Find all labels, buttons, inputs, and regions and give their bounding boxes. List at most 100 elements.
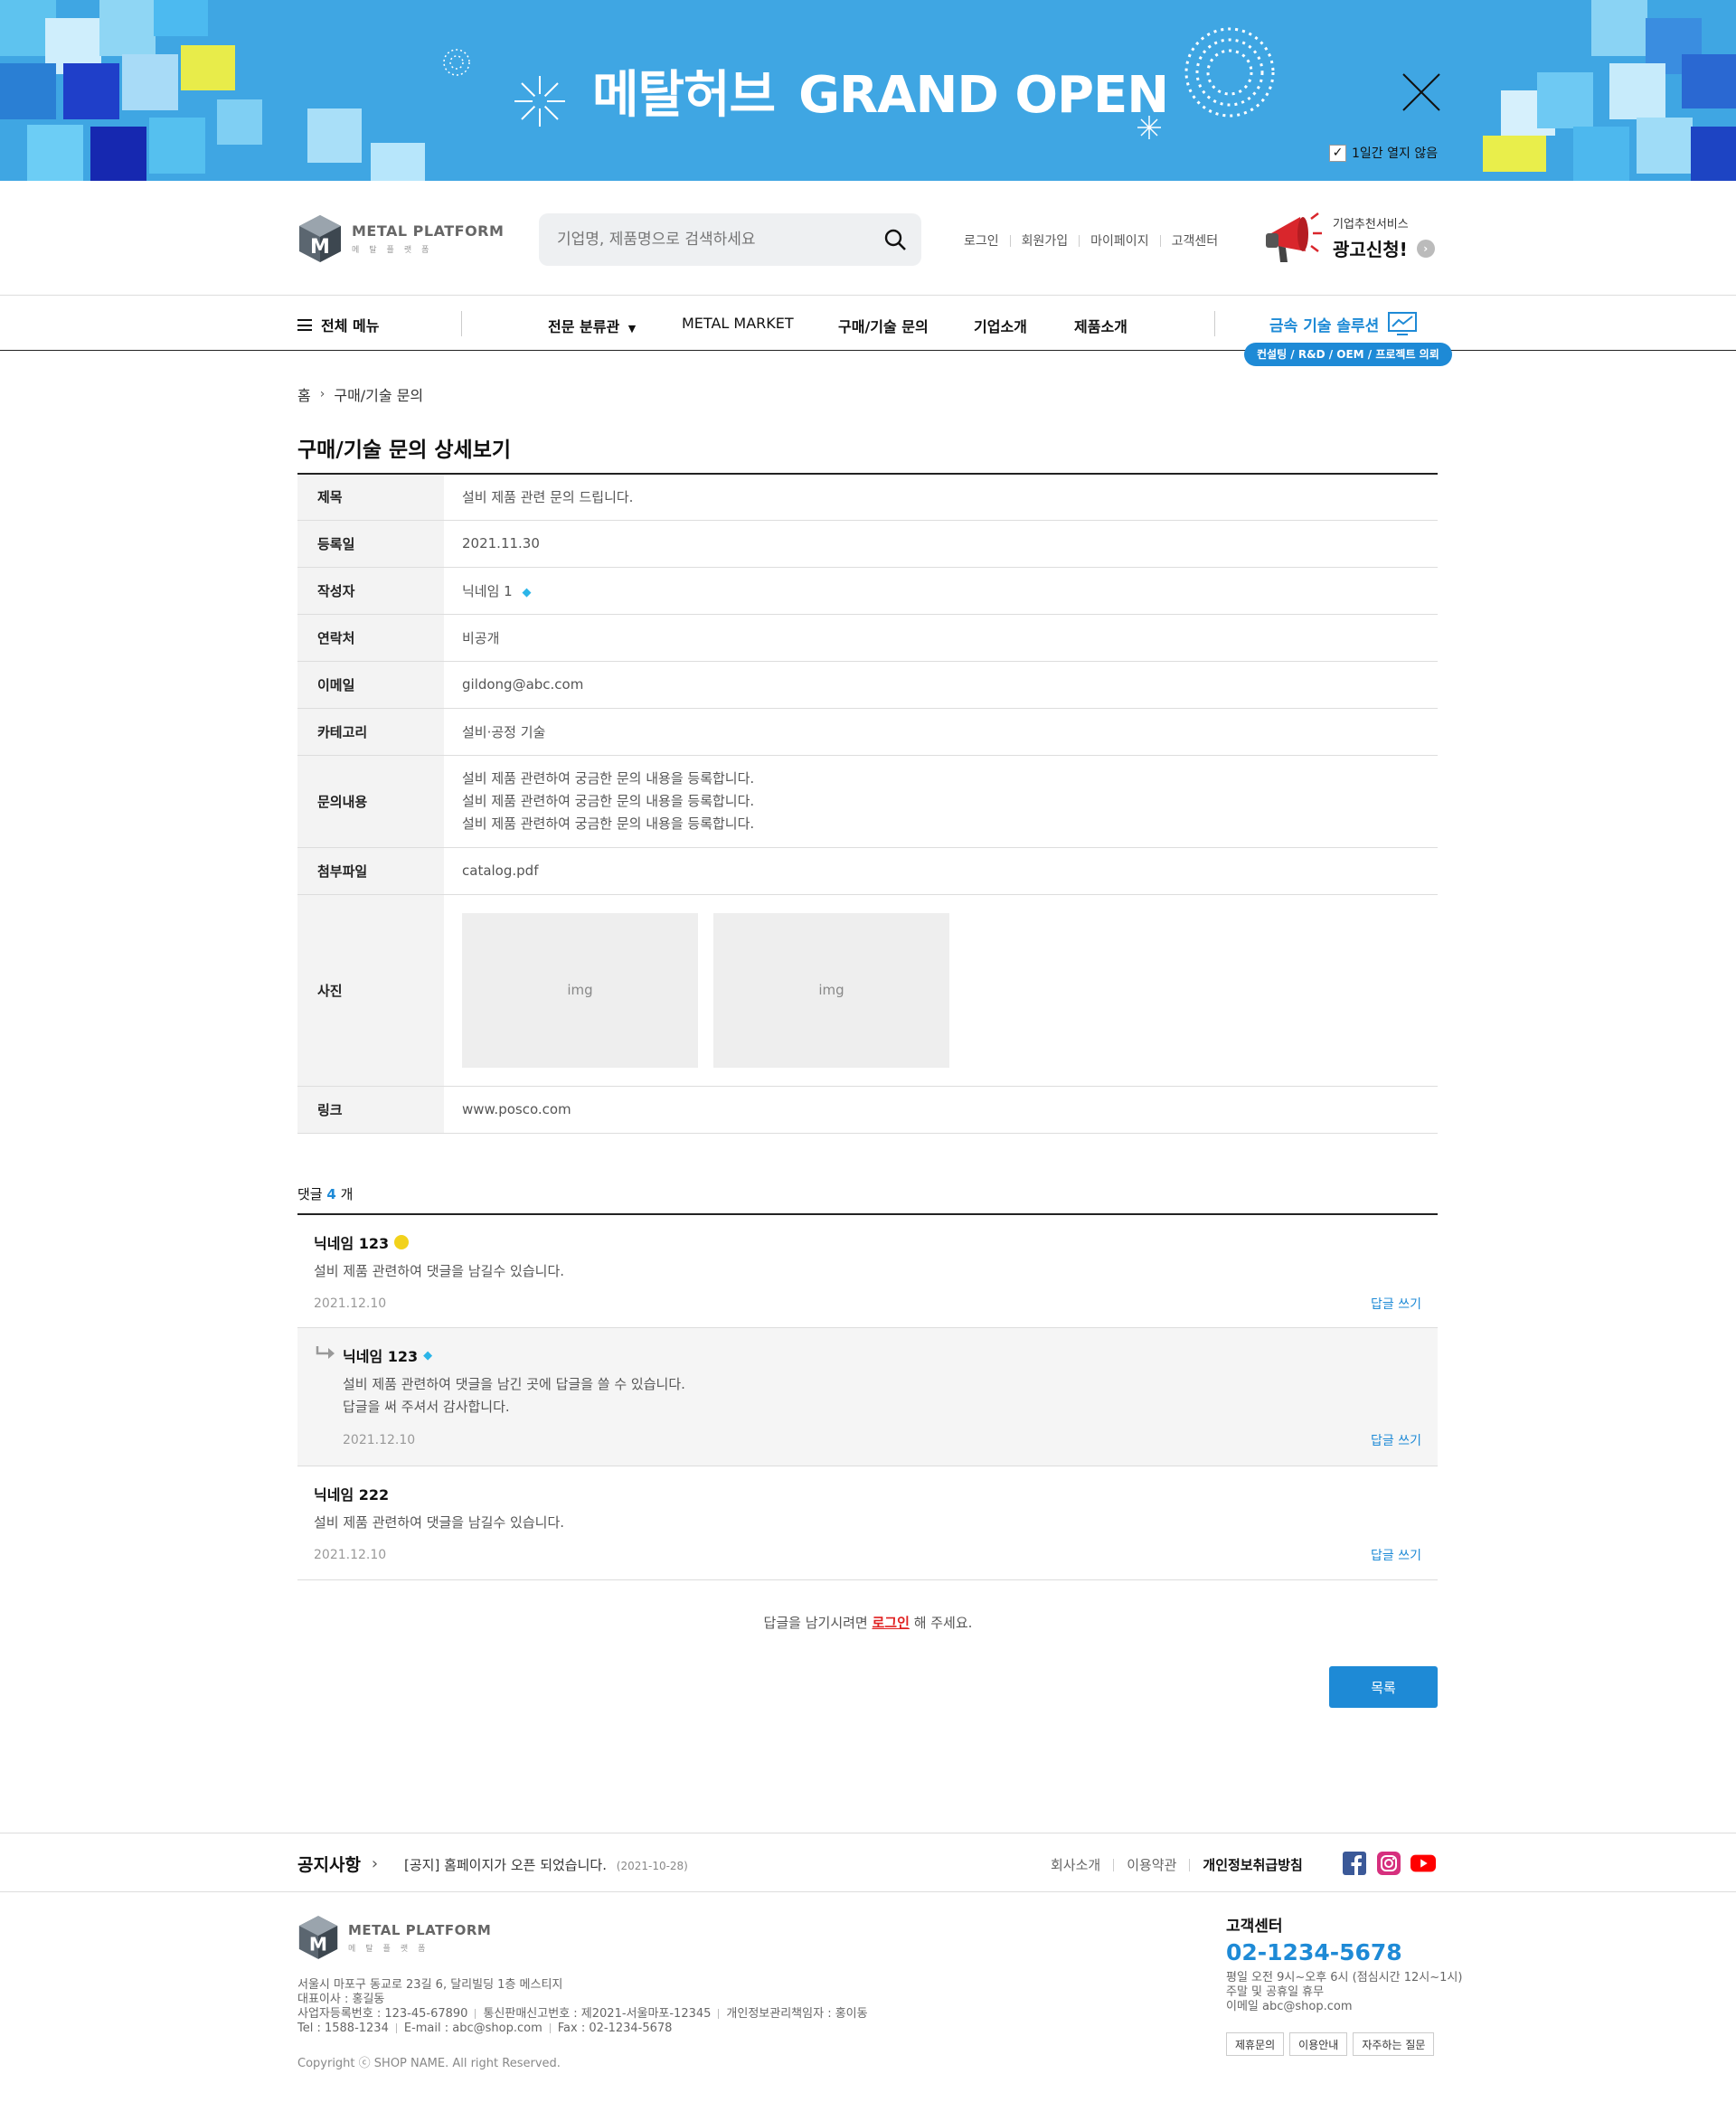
link-value[interactable]: www.posco.com	[444, 1086, 1438, 1134]
login-link[interactable]: 로그인	[873, 1615, 910, 1631]
banner-cube-decoration	[122, 54, 178, 110]
breadcrumb: 홈 › 구매/기술 문의	[297, 383, 423, 405]
mypage-link[interactable]: 마이페이지	[1090, 231, 1148, 250]
divider	[1079, 234, 1080, 247]
company-contacts: Tel : 1588-1234 E-mail : abc@shop.com Fax …	[297, 2022, 868, 2036]
nav-item-metal-market[interactable]: METAL MARKET	[682, 315, 794, 332]
notice-date: (2021-10-28)	[616, 1860, 688, 1872]
author-name: 닉네임 1	[462, 582, 513, 599]
chevron-right-icon: ›	[1416, 239, 1435, 258]
comment-item: 닉네임 123 설비 제품 관련하여 댓글을 남길수 있습니다. 2021.12…	[297, 1215, 1438, 1328]
faq-button[interactable]: 자주하는 질문	[1353, 2032, 1435, 2056]
company-ceo: 대표이사 : 홍길동	[297, 1993, 385, 2006]
mail-order-number: 통신판매신고번호 : 제2021-서울마포-12345	[483, 2007, 712, 2021]
reply-item: 닉네임 123 ◆ 설비 제품 관련하여 댓글을 남긴 곳에 답글을 쓸 수 있…	[297, 1328, 1438, 1466]
cs-hours-line: 평일 오전 9시~오후 6시 (점심시간 12시~1시)	[1226, 1971, 1463, 1984]
row-label: 첨부파일	[297, 847, 444, 895]
gold-grade-icon	[394, 1235, 410, 1249]
login-message-prefix: 답글을 남기시려면	[763, 1615, 868, 1631]
youtube-icon[interactable]	[1410, 1852, 1436, 1875]
photo-thumbnail[interactable]: img	[462, 912, 698, 1068]
customer-center-link[interactable]: 고객센터	[1172, 231, 1219, 250]
logo-mark-icon: M	[298, 1916, 338, 1959]
svg-text:M: M	[309, 1934, 327, 1956]
table-row: 연락처 비공개	[297, 614, 1438, 662]
reply-button[interactable]: 답글 쓰기	[1371, 1431, 1421, 1449]
reply-arrow-icon	[316, 1346, 335, 1359]
comment-item: 닉네임 222 설비 제품 관련하여 댓글을 남길수 있습니다. 2021.12…	[297, 1466, 1438, 1580]
checkbox-checked-icon[interactable]: ✓	[1329, 144, 1346, 162]
content-line: 설비 제품 관련하여 궁금한 문의 내용을 등록합니다.	[462, 815, 755, 832]
banner-cube-decoration	[1682, 54, 1736, 108]
breadcrumb-home[interactable]: 홈	[297, 383, 311, 405]
content-value: 설비 제품 관련하여 궁금한 문의 내용을 등록합니다. 설비 제품 관련하여 …	[444, 755, 1438, 848]
site-logo[interactable]: M METAL PLATFORM 메탈플랫폼	[297, 213, 504, 264]
comment-line: 설비 제품 관련하여 댓글을 남길수 있습니다.	[314, 1263, 565, 1279]
footer-logo[interactable]: M METAL PLATFORM 메탈플랫폼	[297, 1914, 491, 1961]
comment-author: 닉네임 123 ◆	[343, 1344, 432, 1366]
banner-cube-decoration	[1691, 127, 1736, 181]
row-label: 문의내용	[297, 755, 444, 848]
cs-hours: 평일 오전 9시~오후 6시 (점심시간 12시~1시) 주말 및 공휴일 휴무…	[1226, 1971, 1462, 2014]
notice-title: [공지] 홈페이지가 오픈 되었습니다.	[404, 1857, 607, 1873]
photo-thumbnail[interactable]: img	[713, 912, 949, 1068]
comment-line: 설비 제품 관련하여 댓글을 남긴 곳에 답글을 쓸 수 있습니다.	[343, 1376, 685, 1392]
terms-link[interactable]: 이용약관	[1127, 1855, 1176, 1874]
photo-list: img img	[444, 894, 1438, 1087]
ad-apply-banner[interactable]: 기업추천서비스 광고신청! ›	[1264, 210, 1435, 266]
notice-label[interactable]: 공지사항 ›	[297, 1852, 378, 1876]
comment-list: 닉네임 123 설비 제품 관련하여 댓글을 남길수 있습니다. 2021.12…	[297, 1213, 1438, 1580]
signup-link[interactable]: 회원가입	[1022, 231, 1069, 250]
all-menu-label: 전체 메뉴	[321, 317, 380, 335]
contact-value: 비공개	[444, 614, 1438, 662]
nav-item-inquiry[interactable]: 구매/기술 문의	[838, 315, 929, 336]
reply-button[interactable]: 답글 쓰기	[1371, 1295, 1421, 1313]
nav-item-category[interactable]: 전문 분류관 ▼	[548, 315, 636, 336]
date-value: 2021.11.30	[444, 520, 1438, 568]
row-label: 링크	[297, 1086, 444, 1134]
reply-button[interactable]: 답글 쓰기	[1371, 1546, 1421, 1564]
all-menu-button[interactable]: 전체 메뉴	[297, 314, 379, 335]
banner-cube-decoration	[90, 127, 146, 181]
banner-cube-decoration	[217, 99, 262, 145]
breadcrumb-current: 구매/기술 문의	[334, 387, 424, 404]
nav-item-company[interactable]: 기업소개	[974, 315, 1027, 336]
row-label: 사진	[297, 894, 444, 1087]
ad-subtitle: 기업추천서비스	[1333, 218, 1409, 231]
partnership-inquiry-button[interactable]: 제휴문의	[1226, 2032, 1285, 2056]
attachment-link[interactable]: catalog.pdf	[444, 847, 1438, 895]
comment-body: 설비 제품 관련하여 댓글을 남긴 곳에 답글을 쓸 수 있습니다. 답글을 써…	[343, 1373, 685, 1419]
logo-subtext: 메탈플랫폼	[348, 1944, 436, 1954]
ad-title: 광고신청! ›	[1333, 235, 1435, 261]
banner-cube-decoration	[0, 63, 56, 119]
instagram-icon[interactable]	[1376, 1852, 1401, 1875]
facebook-icon[interactable]	[1342, 1852, 1367, 1875]
close-icon[interactable]	[1400, 71, 1443, 114]
privacy-policy-link[interactable]: 개인정보취급방침	[1203, 1855, 1302, 1874]
chevron-right-icon: ›	[371, 1854, 379, 1873]
row-label: 제목	[297, 474, 444, 521]
author-value: 닉네임 1 ◆	[444, 567, 1438, 615]
nav-item-metal-solution[interactable]: 금속 기술 솔루션	[1269, 312, 1418, 335]
login-link[interactable]: 로그인	[964, 231, 999, 250]
search-input[interactable]	[557, 213, 864, 266]
comment-line: 답글을 써 주셔서 감사합니다.	[343, 1399, 510, 1415]
list-button[interactable]: 목록	[1329, 1666, 1438, 1708]
login-required-message: 답글을 남기시려면 로그인 해 주세요.	[0, 1613, 1736, 1632]
banner-noshow-option[interactable]: ✓ 1일간 열지 않음	[1329, 144, 1438, 162]
main-nav: 전체 메뉴 전문 분류관 ▼ METAL MARKET 구매/기술 문의 기업소…	[0, 295, 1736, 366]
row-label: 카테고리	[297, 708, 444, 756]
subject-value: 설비 제품 관련 문의 드립니다.	[444, 474, 1438, 521]
site-header: M METAL PLATFORM 메탈플랫폼 로그인 회원가입 마이페이지 고객…	[0, 181, 1736, 295]
company-fax: Fax : 02-1234-5678	[557, 2022, 673, 2035]
usage-guide-button[interactable]: 이용안내	[1289, 2032, 1348, 2056]
company-intro-link[interactable]: 회사소개	[1051, 1855, 1100, 1874]
email-value: gildong@abc.com	[444, 661, 1438, 709]
solution-badge[interactable]: 컨설팅 / R&D / OEM / 프로젝트 의뢰	[1244, 343, 1452, 366]
nav-item-products[interactable]: 제품소개	[1074, 315, 1127, 336]
notice-item[interactable]: [공지] 홈페이지가 오픈 되었습니다. (2021-10-28)	[404, 1855, 688, 1874]
divider	[549, 2023, 551, 2033]
search-icon[interactable]	[882, 226, 909, 253]
page-title: 구매/기술 문의 상세보기	[297, 438, 512, 462]
copyright: Copyright ⓒ SHOP NAME. All right Reserve…	[297, 2057, 561, 2070]
